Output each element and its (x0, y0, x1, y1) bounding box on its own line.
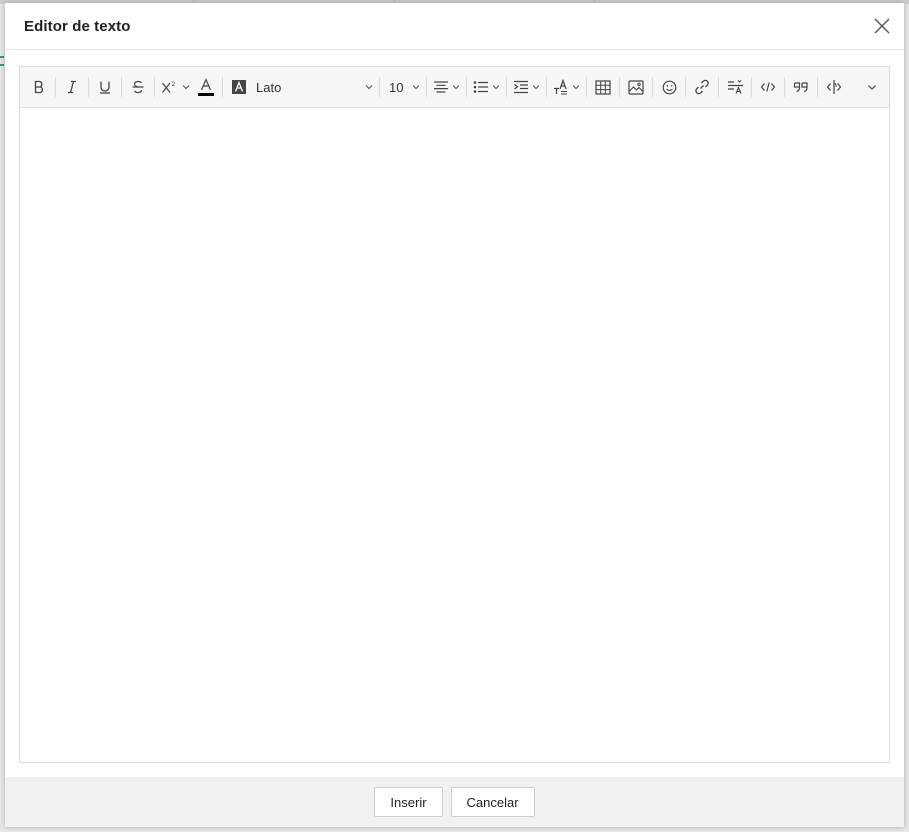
strikethrough-button[interactable] (125, 73, 151, 101)
font-size-select[interactable]: 10 (383, 73, 423, 101)
insert-quote-button[interactable] (788, 73, 814, 101)
editor-toolbar: 2 Lato 10 (20, 67, 889, 108)
paragraph-format-button[interactable] (722, 73, 748, 101)
text-editor-dialog: Editor de texto 2 Lato 10 Inserir Cancel… (5, 3, 904, 827)
align-icon (434, 81, 448, 93)
chevron-down-icon (532, 85, 540, 90)
toolbar-separator (652, 77, 653, 97)
more-chevron-icon (868, 84, 876, 90)
highlight-color-icon (232, 80, 246, 94)
toolbar-separator (55, 77, 56, 97)
chevron-down-icon (572, 85, 580, 90)
dialog-footer: Inserir Cancelar (5, 777, 904, 827)
close-icon (874, 18, 890, 34)
link-icon (695, 79, 709, 95)
font-family-select[interactable]: Lato (252, 73, 376, 101)
source-icon (826, 80, 842, 94)
toolbar-separator (466, 77, 467, 97)
indent-icon (514, 80, 528, 94)
code-icon (760, 82, 776, 92)
insert-emoji-button[interactable] (656, 73, 682, 101)
table-icon (595, 79, 611, 95)
toolbar-separator (222, 77, 223, 97)
background-marker (0, 56, 4, 66)
chevron-down-icon (452, 85, 460, 90)
toolbar-separator (751, 77, 752, 97)
font-color-icon (198, 77, 214, 96)
italic-button[interactable] (59, 73, 85, 101)
emoji-icon (662, 80, 676, 94)
toolbar-separator (154, 77, 155, 97)
bold-button[interactable] (26, 73, 52, 101)
rich-text-editor: 2 Lato 10 (19, 66, 890, 763)
cancel-button[interactable]: Cancelar (450, 787, 535, 817)
chevron-down-icon (492, 85, 500, 90)
image-icon (628, 79, 644, 95)
underline-button[interactable] (92, 73, 118, 101)
highlight-color-button[interactable] (226, 73, 252, 101)
align-dropdown[interactable] (430, 73, 463, 101)
chevron-down-icon (365, 85, 373, 90)
superscript-dropdown[interactable]: 2 (158, 73, 193, 101)
insert-image-button[interactable] (623, 73, 649, 101)
font-family-value: Lato (256, 79, 282, 95)
toolbar-separator (379, 77, 380, 97)
superscript-icon: 2 (162, 81, 176, 93)
font-size-value: 10 (389, 79, 404, 95)
more-options-button[interactable] (859, 73, 885, 101)
editor-content-area[interactable] (20, 108, 889, 762)
insert-code-button[interactable] (755, 73, 781, 101)
toolbar-separator (718, 77, 719, 97)
toolbar-separator (685, 77, 686, 97)
insert-table-button[interactable] (590, 73, 616, 101)
dialog-header: Editor de texto (5, 3, 904, 50)
underline-icon (100, 81, 110, 94)
dialog-title: Editor de texto (24, 17, 131, 35)
quote-icon (793, 82, 808, 93)
view-source-button[interactable] (821, 73, 847, 101)
dialog-body: 2 Lato 10 (5, 50, 904, 777)
toolbar-separator (817, 77, 818, 97)
list-icon (473, 81, 488, 93)
italic-icon (68, 80, 76, 94)
close-button[interactable] (870, 14, 894, 38)
list-dropdown[interactable] (470, 73, 503, 101)
svg-text:2: 2 (172, 81, 176, 88)
toolbar-separator (121, 77, 122, 97)
chevron-down-icon (412, 85, 420, 90)
paragraph-format-icon (727, 80, 743, 94)
text-style-icon (554, 79, 567, 95)
font-color-button[interactable] (193, 73, 219, 101)
toolbar-separator (619, 77, 620, 97)
toolbar-separator (784, 77, 785, 97)
toolbar-separator (88, 77, 89, 97)
insert-button[interactable]: Inserir (374, 787, 443, 817)
insert-link-button[interactable] (689, 73, 715, 101)
toolbar-separator (426, 77, 427, 97)
toolbar-separator (546, 77, 547, 97)
toolbar-separator (586, 77, 587, 97)
strikethrough-icon (132, 80, 144, 94)
text-style-dropdown[interactable] (550, 73, 583, 101)
chevron-down-icon (182, 85, 190, 90)
toolbar-separator (506, 77, 507, 97)
bold-icon (34, 80, 43, 94)
indent-dropdown[interactable] (510, 73, 543, 101)
